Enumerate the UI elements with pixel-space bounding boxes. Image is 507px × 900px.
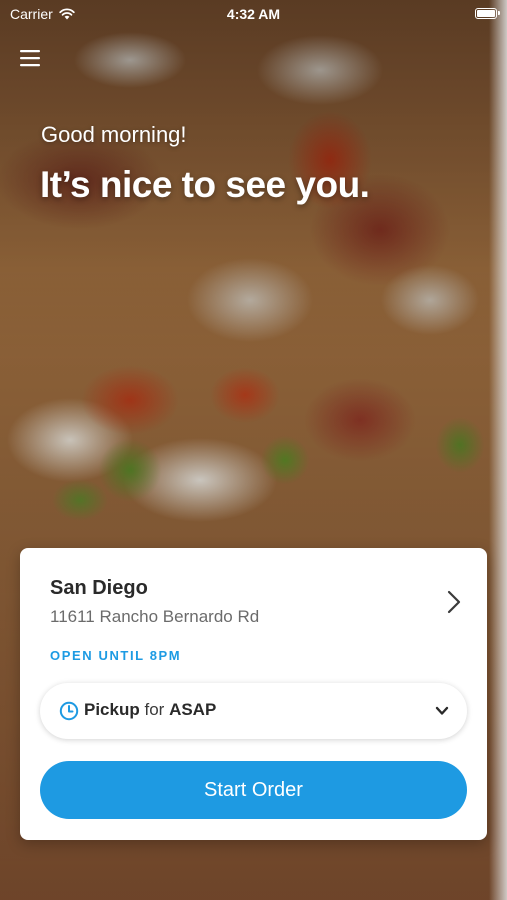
battery-icon	[475, 8, 500, 19]
hours-status: OPEN UNTIL 8PM	[50, 648, 182, 663]
order-mode-type: Pickup	[84, 700, 140, 719]
status-time: 4:32 AM	[226, 6, 281, 22]
clock-icon	[59, 701, 79, 721]
start-order-button[interactable]: Start Order	[40, 761, 467, 819]
hero-edge	[489, 0, 507, 900]
hamburger-menu-icon[interactable]	[18, 46, 42, 70]
home-screen: Carrier 4:32 AM Good morning! It’s nice …	[0, 0, 507, 900]
greeting-text: Good morning!	[41, 122, 187, 147]
order-mode-text: Pickup for ASAP	[84, 700, 216, 720]
chevron-down-icon	[435, 706, 449, 715]
status-bar: Carrier 4:32 AM	[0, 0, 507, 28]
chevron-right-icon	[447, 590, 461, 614]
headline-text: It’s nice to see you.	[40, 164, 370, 205]
order-mode-time: ASAP	[169, 700, 217, 719]
order-mode-connector: for	[144, 700, 165, 719]
location-name: San Diego	[50, 577, 148, 599]
order-card: San Diego 11611 Rancho Bernardo Rd OPEN …	[20, 548, 487, 840]
location-selector[interactable]: San Diego 11611 Rancho Bernardo Rd	[20, 548, 487, 638]
location-address: 11611 Rancho Bernardo Rd	[50, 607, 260, 626]
order-mode-selector[interactable]: Pickup for ASAP	[40, 683, 467, 739]
